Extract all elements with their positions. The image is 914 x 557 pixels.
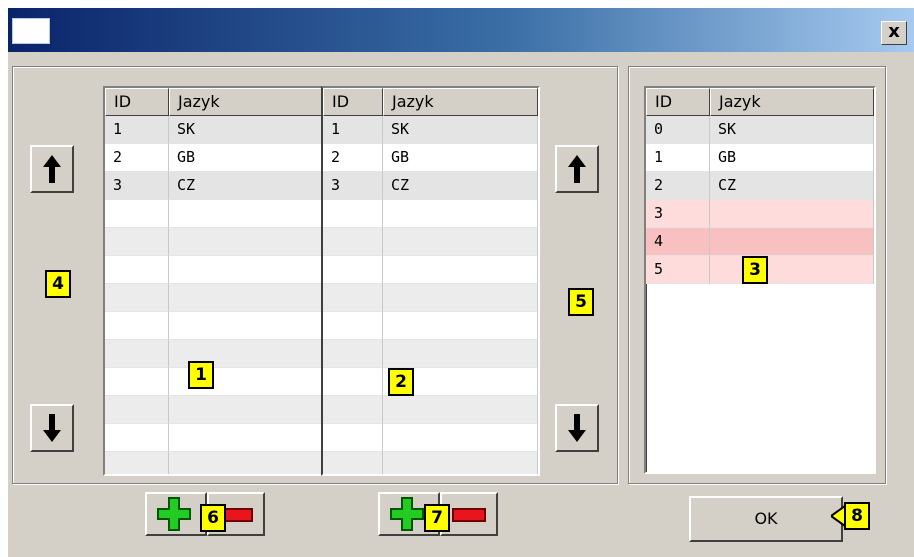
table-cell[interactable] [105,228,169,256]
table-cell[interactable]: GB [383,144,538,172]
close-button[interactable]: x [881,21,907,45]
table-cell[interactable] [323,368,383,396]
callout-pointer-8 [831,504,845,528]
table-cell[interactable] [169,284,321,312]
table-cell[interactable] [169,396,321,424]
table-cell[interactable] [710,256,874,284]
table-cell[interactable]: SK [383,116,538,144]
table-cell[interactable]: 3 [323,172,383,200]
table-cell[interactable] [383,312,538,340]
arrow-up-icon [43,155,61,183]
table-cell[interactable]: 3 [646,200,710,228]
callout-badge-1: 1 [188,361,214,389]
table-cell[interactable] [105,340,169,368]
plus-icon [390,497,424,531]
column-header-id[interactable]: ID [105,88,169,116]
table-cell[interactable]: CZ [710,172,874,200]
table-cell[interactable]: 2 [105,144,169,172]
table-cell[interactable]: 1 [105,116,169,144]
table-cell[interactable] [169,452,321,474]
arrow-down-icon [43,414,61,442]
table-cell[interactable] [323,424,383,452]
table-cell[interactable]: 4 [646,228,710,256]
add-button-1[interactable] [145,492,207,536]
window-icon [12,18,50,44]
move-down-button-left[interactable] [30,404,74,452]
table-cell[interactable]: 2 [323,144,383,172]
table-cell[interactable] [323,228,383,256]
language-grid-1[interactable]: ID Jazyk 1 SK 2 GB 3 CZ [103,86,323,476]
table-cell[interactable]: SK [710,116,874,144]
table-cell[interactable] [323,256,383,284]
column-header-jazyk[interactable]: Jazyk [383,88,538,116]
table-cell[interactable] [105,284,169,312]
table-cell[interactable] [105,368,169,396]
table-cell[interactable]: 1 [646,144,710,172]
table-cell[interactable] [169,424,321,452]
move-up-button-left[interactable] [30,145,74,193]
table-cell[interactable]: CZ [383,172,538,200]
table-cell[interactable] [383,340,538,368]
table-cell[interactable] [169,228,321,256]
column-header-jazyk[interactable]: Jazyk [710,88,874,116]
table-cell[interactable] [105,200,169,228]
table-cell[interactable]: SK [169,116,321,144]
table-cell[interactable]: 2 [646,172,710,200]
table-cell[interactable] [323,340,383,368]
table-cell[interactable] [383,228,538,256]
table-cell[interactable]: 3 [105,172,169,200]
table-cell[interactable] [105,312,169,340]
table-cell[interactable] [105,256,169,284]
title-bar: x [8,8,914,52]
move-up-button-right[interactable] [555,145,599,193]
table-cell[interactable]: GB [169,144,321,172]
column-header-id[interactable]: ID [646,88,710,116]
table-cell[interactable] [323,200,383,228]
column-header-jazyk[interactable]: Jazyk [169,88,321,116]
minus-icon [452,508,486,522]
move-down-button-right[interactable] [555,404,599,452]
callout-badge-4: 4 [45,270,71,298]
table-cell[interactable]: 1 [323,116,383,144]
callout-badge-5: 5 [568,288,594,316]
arrow-up-icon [568,155,586,183]
table-cell[interactable]: 5 [646,256,710,284]
dialog-window: x ID Jazyk 1 SK 2 GB 3 CZ ID Jazyk 1 SK 2 GB 3 CZ ID Ja… [8,8,914,557]
table-cell[interactable] [169,200,321,228]
table-cell[interactable] [169,256,321,284]
table-cell[interactable] [383,256,538,284]
table-cell[interactable]: GB [710,144,874,172]
callout-badge-7: 7 [424,504,450,532]
table-cell[interactable]: CZ [169,172,321,200]
table-cell[interactable] [383,284,538,312]
plus-icon [157,497,191,531]
callout-badge-3: 3 [742,256,768,284]
table-cell[interactable] [105,424,169,452]
table-cell[interactable] [105,396,169,424]
table-cell[interactable] [383,424,538,452]
table-cell[interactable] [323,452,383,474]
table-cell[interactable] [169,312,321,340]
column-header-id[interactable]: ID [323,88,383,116]
table-cell[interactable] [323,284,383,312]
table-cell[interactable] [323,396,383,424]
callout-badge-8: 8 [844,502,870,530]
table-cell[interactable] [710,200,874,228]
table-cell[interactable] [383,396,538,424]
ok-button[interactable]: OK [689,496,843,542]
ok-button-label: OK [754,509,778,528]
callout-badge-6: 6 [200,504,226,532]
callout-badge-2: 2 [388,368,414,396]
table-cell[interactable] [710,228,874,256]
table-cell[interactable] [323,312,383,340]
arrow-down-icon [568,414,586,442]
table-cell[interactable] [383,452,538,474]
table-cell[interactable] [105,452,169,474]
language-grid-2[interactable]: ID Jazyk 1 SK 2 GB 3 CZ [321,86,540,476]
table-cell[interactable] [383,200,538,228]
table-cell[interactable]: 0 [646,116,710,144]
